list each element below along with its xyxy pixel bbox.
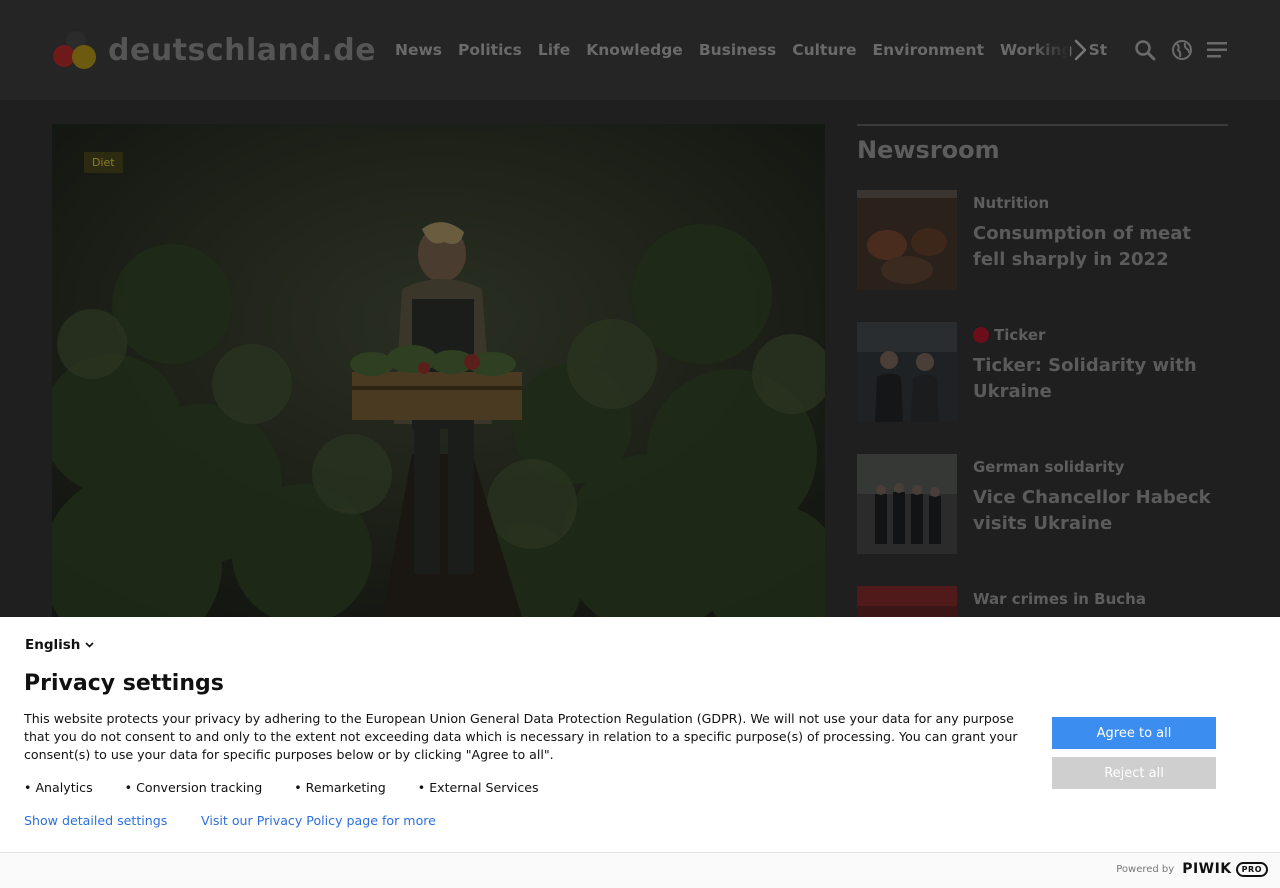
language-select[interactable]: English: [25, 637, 94, 653]
news-category: Ticker: [973, 326, 1045, 344]
newsroom-panel: Newsroom Nutrition Consumption of meat f…: [857, 124, 1228, 686]
news-thumbnail: [857, 454, 957, 554]
nav-item-news[interactable]: News: [395, 41, 442, 59]
purpose-conversion-tracking: Conversion tracking: [125, 780, 262, 795]
site-header: deutschland.de News Politics Life Knowle…: [0, 0, 1280, 100]
privacy-banner: English Privacy settings This website pr…: [0, 617, 1280, 888]
piwik-pro-logo: PIWIK PRO: [1182, 861, 1268, 877]
nav-item-environment[interactable]: Environment: [873, 41, 984, 59]
logo-text: deutschland.de: [108, 32, 377, 68]
news-category: War crimes in Bucha: [973, 590, 1146, 608]
cattle-image-icon: [857, 190, 957, 290]
show-detailed-settings-link[interactable]: Show detailed settings: [24, 813, 167, 828]
news-category: Nutrition: [973, 194, 1050, 212]
purpose-remarketing: Remarketing: [294, 780, 386, 795]
people-image-icon: [857, 322, 957, 422]
purpose-analytics: Analytics: [24, 780, 92, 795]
hero-photo-illustration: [52, 124, 825, 617]
nav-item-business[interactable]: Business: [699, 41, 776, 59]
reject-all-button[interactable]: Reject all: [1052, 757, 1216, 789]
nav-fade: [1030, 30, 1070, 70]
globe-icon[interactable]: [1170, 38, 1194, 62]
privacy-title: Privacy settings: [24, 671, 224, 696]
nav-item-life[interactable]: Life: [538, 41, 570, 59]
nav-item-politics[interactable]: Politics: [458, 41, 522, 59]
agree-to-all-button[interactable]: Agree to all: [1052, 717, 1216, 749]
news-item[interactable]: Ticker Ticker: Solidarity with Ukraine: [857, 322, 1228, 422]
purpose-list: Analytics Conversion tracking Remarketin…: [24, 780, 571, 795]
chevron-right-icon[interactable]: [1068, 38, 1092, 62]
news-title[interactable]: Consumption of meat fell sharply in 2022: [973, 221, 1228, 273]
main-nav: News Politics Life Knowledge Business Cu…: [395, 38, 1123, 62]
piwik-brand-suffix: PRO: [1235, 861, 1268, 877]
news-thumbnail: [857, 190, 957, 290]
menu-icon[interactable]: [1205, 38, 1229, 62]
news-title[interactable]: Vice Chancellor Habeck visits Ukraine: [973, 485, 1228, 537]
nav-item-culture[interactable]: Culture: [792, 41, 856, 59]
privacy-description: This website protects your privacy by ad…: [24, 711, 1018, 762]
news-category-label: Ticker: [994, 326, 1046, 344]
hero-image[interactable]: [52, 124, 825, 617]
nav-item-knowledge[interactable]: Knowledge: [586, 41, 683, 59]
piwik-brand: PIWIK: [1182, 861, 1232, 877]
news-category: German solidarity: [973, 458, 1125, 476]
logo-mark-icon: [53, 31, 96, 69]
privacy-policy-link[interactable]: Visit our Privacy Policy page for more: [201, 813, 436, 828]
live-indicator-icon: [973, 327, 989, 343]
news-thumbnail: [857, 322, 957, 422]
group-walking-image-icon: [857, 454, 957, 554]
purpose-external-services: External Services: [418, 780, 538, 795]
search-icon[interactable]: [1133, 38, 1157, 62]
news-title[interactable]: Ticker: Solidarity with Ukraine: [973, 353, 1228, 405]
news-item[interactable]: Nutrition Consumption of meat fell sharp…: [857, 190, 1228, 290]
newsroom-divider: [857, 124, 1228, 126]
powered-by-label: Powered by: [1116, 863, 1175, 875]
news-item[interactable]: German solidarity Vice Chancellor Habeck…: [857, 454, 1228, 554]
privacy-footer: Powered by PIWIK PRO: [0, 852, 1280, 888]
site-logo[interactable]: deutschland.de: [52, 30, 376, 70]
powered-by[interactable]: Powered by PIWIK PRO: [1116, 861, 1268, 877]
language-label: English: [25, 637, 81, 653]
newsroom-title: Newsroom: [857, 136, 1000, 164]
chevron-down-icon: [85, 642, 94, 648]
hero-category-tag[interactable]: Diet: [84, 152, 123, 173]
